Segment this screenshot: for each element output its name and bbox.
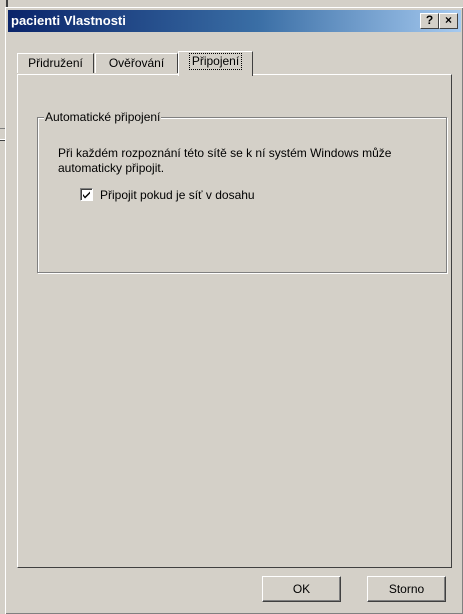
close-icon: × — [444, 13, 452, 27]
tab-label: Ověřování — [108, 56, 165, 70]
properties-dialog: pacienti Vlastnosti ? × Přidružení Ověřo… — [5, 7, 463, 614]
title-bar[interactable]: pacienti Vlastnosti ? × — [8, 10, 461, 32]
checkmark-icon — [83, 191, 90, 199]
tab-connection[interactable]: Připojení — [178, 51, 253, 76]
auto-connect-description: Při každém rozpoznání této sítě se k ní … — [58, 146, 392, 175]
tab-authentication[interactable]: Ověřování — [95, 53, 178, 73]
tab-label: Připojení — [188, 53, 243, 70]
tab-panel-connection: Automatické připojení Při každém rozpozn… — [17, 74, 452, 568]
help-button[interactable]: ? — [420, 13, 439, 29]
checkbox-label: Připojit pokud je síť v dosahu — [100, 188, 255, 202]
connect-when-in-range-checkbox[interactable] — [80, 188, 93, 201]
ok-button[interactable]: OK — [262, 576, 341, 602]
tab-associations[interactable]: Přidružení — [17, 53, 94, 73]
cancel-button[interactable]: Storno — [367, 576, 446, 602]
window-title: pacienti Vlastnosti — [11, 13, 126, 28]
group-title: Automatické připojení — [44, 110, 162, 124]
tab-label: Přidružení — [28, 56, 83, 70]
close-button[interactable]: × — [439, 13, 458, 29]
help-icon: ? — [425, 13, 434, 27]
auto-connect-group: Automatické připojení Při každém rozpozn… — [37, 110, 447, 273]
